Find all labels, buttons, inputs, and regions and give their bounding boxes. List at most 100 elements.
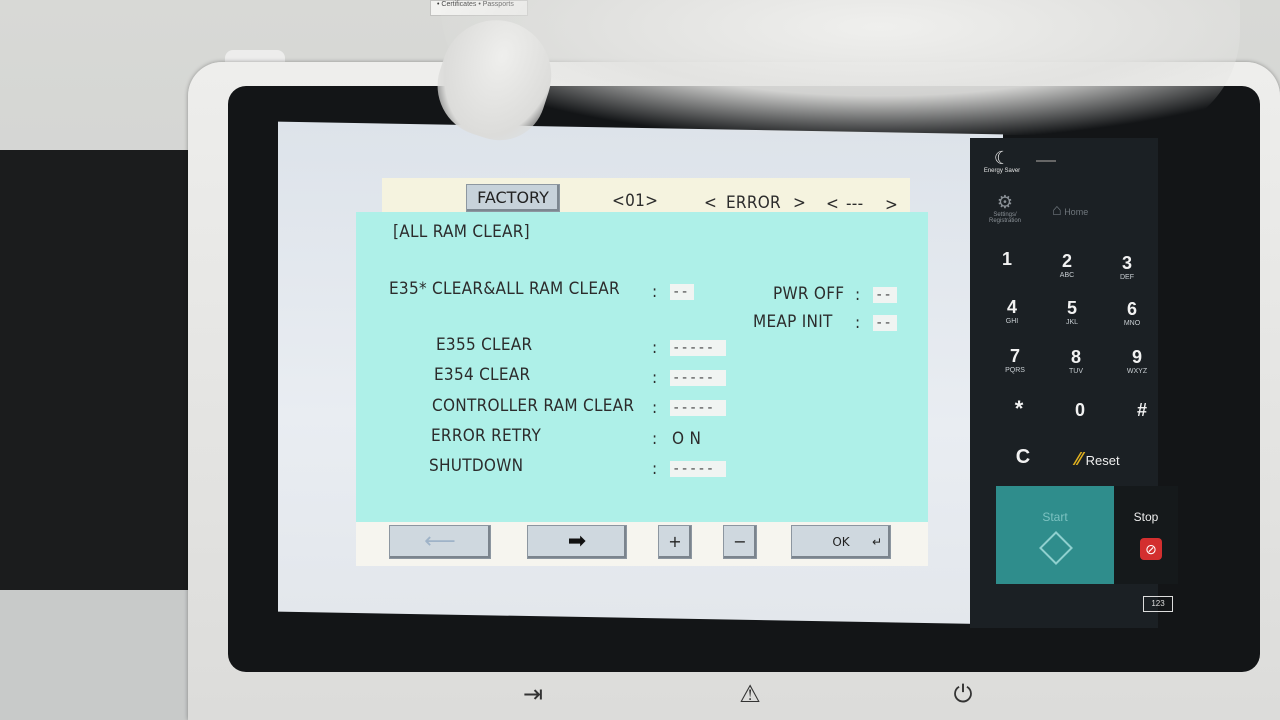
enter-icon: ↵: [871, 535, 882, 549]
home-button[interactable]: ⌂ Home: [1052, 202, 1122, 220]
energy-saver-button[interactable]: ☾ Energy Saver: [980, 148, 1024, 174]
key-7[interactable]: 7 PQRS: [988, 345, 1042, 385]
indicator-dash: [1036, 160, 1056, 162]
prev-category-button[interactable]: <: [704, 193, 717, 213]
prev-item-button[interactable]: <: [826, 194, 839, 214]
key-digit: #: [1136, 400, 1147, 420]
key-digit: 3: [1121, 253, 1132, 273]
item-label: ---: [846, 194, 864, 214]
reset-icon: ⁄⁄: [1076, 449, 1083, 469]
item-colon: :: [652, 282, 658, 302]
item-label-error-retry[interactable]: ERROR RETRY: [431, 426, 541, 446]
key-letters: PQRS: [1005, 367, 1025, 374]
key-digit: 1: [1001, 249, 1012, 269]
item-label-shutdown[interactable]: SHUTDOWN: [429, 456, 523, 476]
key-3[interactable]: 3 DEF: [1100, 252, 1154, 292]
item-colon: :: [652, 429, 658, 449]
sticker-label: • Certificates • Passports: [430, 0, 528, 16]
category-label: ERROR: [726, 193, 781, 213]
item-label-pwr-off[interactable]: PWR OFF: [773, 284, 844, 304]
section-title: [ALL RAM CLEAR]: [393, 222, 530, 242]
reset-key[interactable]: ⁄⁄ Reset: [1076, 449, 1120, 470]
key-8[interactable]: 8 TUV: [1049, 346, 1103, 386]
item-value-e35-clear[interactable]: --: [670, 284, 694, 300]
forward-button[interactable]: ➡: [527, 525, 627, 559]
key-digit: *: [1014, 396, 1024, 421]
back-button[interactable]: ⟵: [389, 525, 491, 559]
key-digit: 2: [1061, 251, 1072, 271]
item-label-meap-init[interactable]: MEAP INIT: [753, 312, 833, 332]
item-colon: :: [652, 459, 658, 479]
key-letters: GHI: [1005, 318, 1019, 325]
gear-icon: ⚙: [996, 192, 1014, 212]
key-letters: TUV: [1069, 368, 1083, 375]
ok-label: OK: [832, 535, 850, 549]
warning-icon[interactable]: ⚠: [735, 680, 765, 710]
item-colon: :: [855, 313, 861, 333]
key-digit: 9: [1131, 347, 1142, 367]
stop-key[interactable]: Stop ⊘: [1114, 486, 1178, 584]
settings-registration-button[interactable]: ⚙ Settings/ Registration: [980, 192, 1030, 224]
item-label-e354-clear[interactable]: E354 CLEAR: [434, 365, 530, 385]
login-icon[interactable]: ⇥: [518, 680, 548, 710]
energy-saver-label: Energy Saver: [983, 168, 1021, 174]
key-letters: MNO: [1123, 320, 1141, 327]
stop-label: Stop: [1133, 510, 1159, 524]
key-digit: 0: [1074, 400, 1085, 420]
item-value-shutdown[interactable]: -----: [670, 461, 726, 477]
item-label-e35-clear[interactable]: E35* CLEAR&ALL RAM CLEAR: [389, 279, 620, 299]
start-label: Start: [1042, 510, 1068, 524]
home-icon: ⌂: [1052, 202, 1062, 219]
key-hash[interactable]: #: [1115, 399, 1169, 439]
counter-check-button[interactable]: 123: [1143, 596, 1173, 612]
item-colon: :: [652, 398, 658, 418]
key-letters: JKL: [1065, 319, 1079, 326]
minus-button[interactable]: −: [723, 525, 757, 559]
item-value-pwr-off[interactable]: --: [873, 287, 897, 303]
ok-button[interactable]: OK ↵: [791, 525, 891, 559]
power-icon[interactable]: ⏻: [948, 680, 978, 710]
key-letters: WXYZ: [1126, 368, 1148, 375]
key-4[interactable]: 4 GHI: [985, 296, 1039, 336]
stop-icon: ⊘: [1140, 538, 1162, 560]
key-0[interactable]: 0: [1053, 399, 1107, 439]
item-colon: :: [652, 338, 658, 358]
key-digit: 6: [1126, 299, 1137, 319]
clear-key[interactable]: C: [996, 446, 1050, 486]
key-6[interactable]: 6 MNO: [1105, 298, 1159, 338]
key-2[interactable]: 2 ABC: [1040, 250, 1094, 290]
item-value-controller-ram-clear[interactable]: -----: [670, 400, 726, 416]
item-label-e355-clear[interactable]: E355 CLEAR: [436, 335, 532, 355]
item-label-controller-ram-clear[interactable]: CONTROLLER RAM CLEAR: [432, 396, 634, 416]
key-digit: 8: [1070, 347, 1081, 367]
settings-registration-label: Settings/ Registration: [988, 212, 1021, 224]
start-key[interactable]: Start: [996, 486, 1114, 584]
key-star[interactable]: *: [992, 398, 1046, 438]
tab-factory[interactable]: FACTORY: [466, 184, 560, 212]
plus-button[interactable]: +: [658, 525, 692, 559]
arrow-right-icon: ➡: [567, 529, 587, 554]
key-letters: ABC: [1059, 272, 1075, 279]
page-indicator: <01>: [612, 191, 659, 211]
home-label: Home: [1064, 207, 1089, 217]
key-1[interactable]: 1: [980, 248, 1034, 288]
key-digit: 4: [1006, 297, 1017, 317]
moon-icon: ☾: [993, 148, 1011, 168]
key-letters: DEF: [1120, 274, 1134, 281]
key-5[interactable]: 5 JKL: [1045, 297, 1099, 337]
photo-scene: • Certificates • Passports FACTORY <01> …: [0, 0, 1280, 720]
key-digit: 5: [1066, 298, 1077, 318]
item-value-meap-init[interactable]: --: [873, 315, 897, 331]
item-value-e354-clear[interactable]: -----: [670, 370, 726, 386]
item-colon: :: [855, 285, 861, 305]
item-value-error-retry[interactable]: O N: [672, 429, 701, 449]
reset-label: Reset: [1085, 453, 1120, 468]
key-9[interactable]: 9 WXYZ: [1110, 346, 1164, 386]
clear-label: C: [1015, 446, 1031, 468]
item-colon: :: [652, 368, 658, 388]
arrow-left-icon: ⟵: [424, 529, 456, 554]
start-diamond-icon: [1039, 531, 1073, 565]
next-category-button[interactable]: >: [793, 193, 806, 213]
item-value-e355-clear[interactable]: -----: [670, 340, 726, 356]
key-digit: 7: [1009, 346, 1020, 366]
